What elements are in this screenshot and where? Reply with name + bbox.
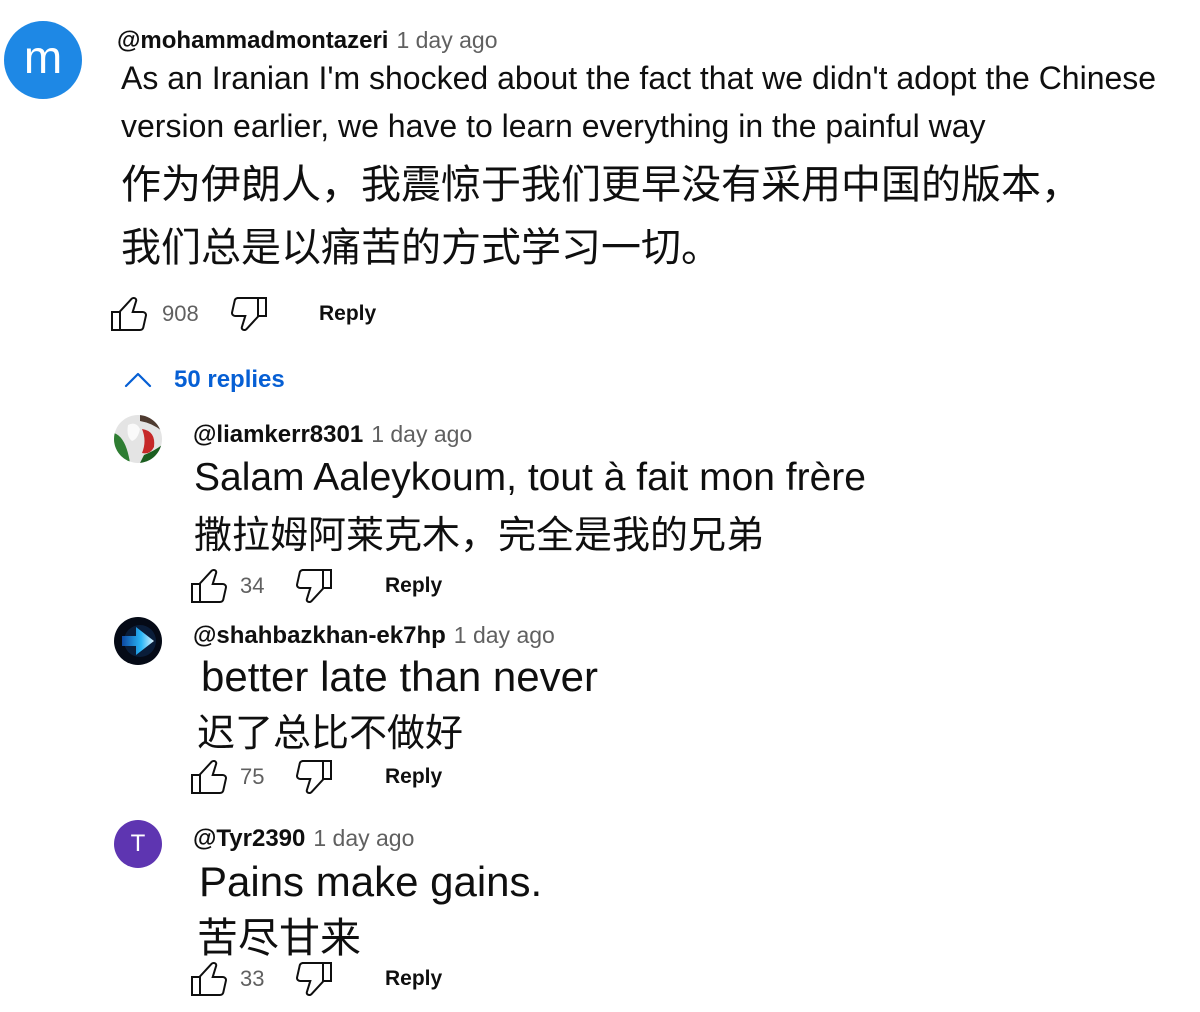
comment-actions: 75 Reply — [190, 759, 490, 795]
avatar-letter: T — [130, 830, 146, 857]
thumbs-down-icon — [295, 568, 333, 604]
reply-button[interactable]: Reply — [385, 568, 442, 604]
comment-translation: 作为伊朗人，我震惊于我们更早没有采用中国的版本， 我们总是以痛苦的方式学习一切。 — [121, 154, 1081, 280]
reply-button[interactable]: Reply — [319, 296, 376, 332]
comment-translation: 苦尽甘来 — [197, 914, 361, 962]
comment-translation-line: 作为伊朗人，我震惊于我们更早没有采用中国的版本， — [121, 162, 1081, 208]
like-button[interactable] — [190, 568, 228, 604]
comment-header: @liamkerr8301 1 day ago — [193, 421, 472, 448]
comment-timestamp[interactable]: 1 day ago — [396, 27, 497, 53]
thumbs-down-icon — [230, 296, 268, 332]
like-count: 908 — [162, 301, 199, 326]
replies-toggle-label: 50 replies — [174, 366, 285, 393]
dislike-button[interactable] — [295, 759, 333, 795]
thumbs-down-icon — [295, 759, 333, 795]
like-count: 33 — [240, 966, 265, 991]
comment-author[interactable]: @liamkerr8301 — [193, 421, 363, 448]
chevron-up-icon — [124, 372, 152, 388]
reply-button[interactable]: Reply — [385, 961, 442, 997]
thumbs-up-icon — [190, 759, 228, 795]
thumbs-up-icon — [190, 568, 228, 604]
comment-text: Pains make gains. — [199, 858, 543, 905]
avatar-image — [114, 617, 162, 665]
comment-timestamp[interactable]: 1 day ago — [371, 421, 472, 447]
comment-author[interactable]: @mohammadmontazeri — [117, 27, 388, 54]
comment-translation-line: 我们总是以痛苦的方式学习一切。 — [121, 225, 721, 271]
comment-text: Salam Aaleykoum, tout à fait mon frère — [194, 456, 866, 499]
avatar[interactable]: T — [114, 820, 162, 868]
comment-actions: 908 Reply — [110, 296, 410, 332]
like-button[interactable] — [190, 961, 228, 997]
dislike-button[interactable] — [295, 961, 333, 997]
comment-text-line: version earlier, we have to learn everyt… — [121, 108, 986, 144]
replies-toggle[interactable]: 50 replies — [124, 364, 324, 396]
comment-header: @shahbazkhan-ek7hp 1 day ago — [193, 622, 555, 649]
avatar-image — [114, 415, 162, 463]
like-count: 75 — [240, 764, 265, 789]
comment-author[interactable]: @Tyr2390 — [193, 825, 305, 852]
comment-timestamp[interactable]: 1 day ago — [454, 622, 555, 648]
comment-actions: 34 Reply — [190, 568, 490, 604]
comment-header: @mohammadmontazeri 1 day ago — [117, 26, 497, 54]
comment-translation: 迟了总比不做好 — [197, 711, 464, 755]
like-count: 34 — [240, 573, 265, 598]
comment-timestamp[interactable]: 1 day ago — [313, 825, 414, 851]
comment-text: better late than never — [201, 653, 598, 700]
comment-actions: 33 Reply — [190, 961, 490, 997]
comments-section: m @mohammadmontazeri 1 day ago As an Iran… — [0, 0, 1200, 1012]
dislike-button[interactable] — [230, 296, 268, 332]
comment-text-line: As an Iranian I'm shocked about the fact… — [121, 60, 1157, 96]
avatar[interactable]: m — [4, 21, 82, 99]
reply-button[interactable]: Reply — [385, 759, 442, 795]
comment-translation: 撒拉姆阿莱克木，完全是我的兄弟 — [194, 513, 765, 557]
comment-header: @Tyr2390 1 day ago — [193, 825, 414, 852]
comment-author[interactable]: @shahbazkhan-ek7hp — [193, 622, 446, 649]
thumbs-down-icon — [295, 961, 333, 997]
avatar[interactable] — [114, 617, 162, 665]
like-button[interactable] — [190, 759, 228, 795]
avatar-letter: m — [23, 31, 63, 83]
dislike-button[interactable] — [295, 568, 333, 604]
like-button[interactable] — [110, 296, 148, 332]
thumbs-up-icon — [110, 296, 148, 332]
avatar[interactable] — [114, 415, 162, 463]
comment-text: As an Iranian I'm shocked about the fact… — [121, 54, 1156, 150]
thumbs-up-icon — [190, 961, 228, 997]
